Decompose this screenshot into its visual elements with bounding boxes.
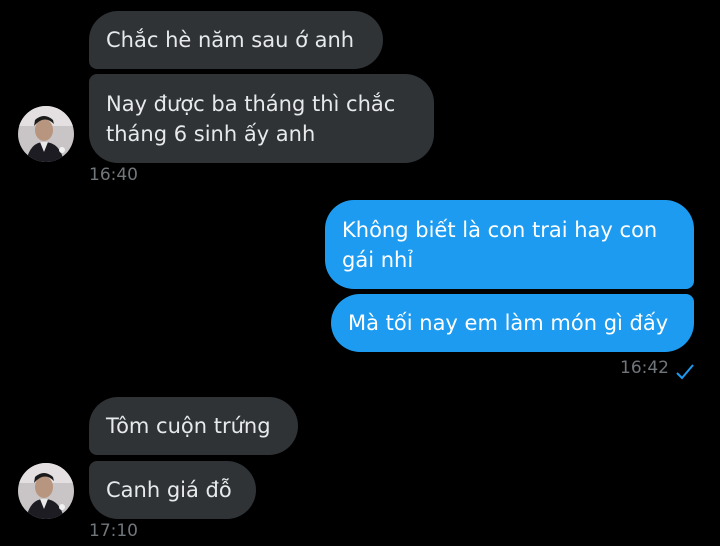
avatar[interactable]: [18, 106, 74, 162]
message-timestamp: 16:40: [89, 165, 138, 185]
message-text: Canh giá đỗ: [106, 478, 232, 502]
message-text: Tôm cuộn trứng: [106, 414, 271, 438]
avatar-photo: [18, 106, 74, 162]
message-bubble-incoming[interactable]: Chắc hè năm sau ớ anh: [89, 11, 383, 69]
message-bubble-outgoing[interactable]: Không biết là con trai hay con gái nhỉ: [325, 200, 694, 289]
avatar-photo: [18, 463, 74, 519]
avatar[interactable]: [18, 463, 74, 519]
message-bubble-incoming[interactable]: Nay được ba tháng thì chắc tháng 6 sinh …: [89, 74, 434, 163]
message-bubble-outgoing[interactable]: Mà tối nay em làm món gì đấy: [331, 294, 694, 352]
message-bubble-incoming[interactable]: Canh giá đỗ: [89, 461, 256, 519]
message-text: Chắc hè năm sau ớ anh: [106, 28, 355, 52]
sent-check-icon: [676, 364, 694, 380]
message-text: Không biết là con trai hay con gái nhỉ: [342, 217, 658, 272]
message-text: Mà tối nay em làm món gì đấy: [348, 311, 669, 335]
message-timestamp: 16:42: [620, 358, 669, 378]
message-text: Nay được ba tháng thì chắc tháng 6 sinh …: [106, 91, 396, 146]
message-timestamp: 17:10: [89, 521, 138, 541]
message-bubble-incoming[interactable]: Tôm cuộn trứng: [89, 397, 298, 455]
